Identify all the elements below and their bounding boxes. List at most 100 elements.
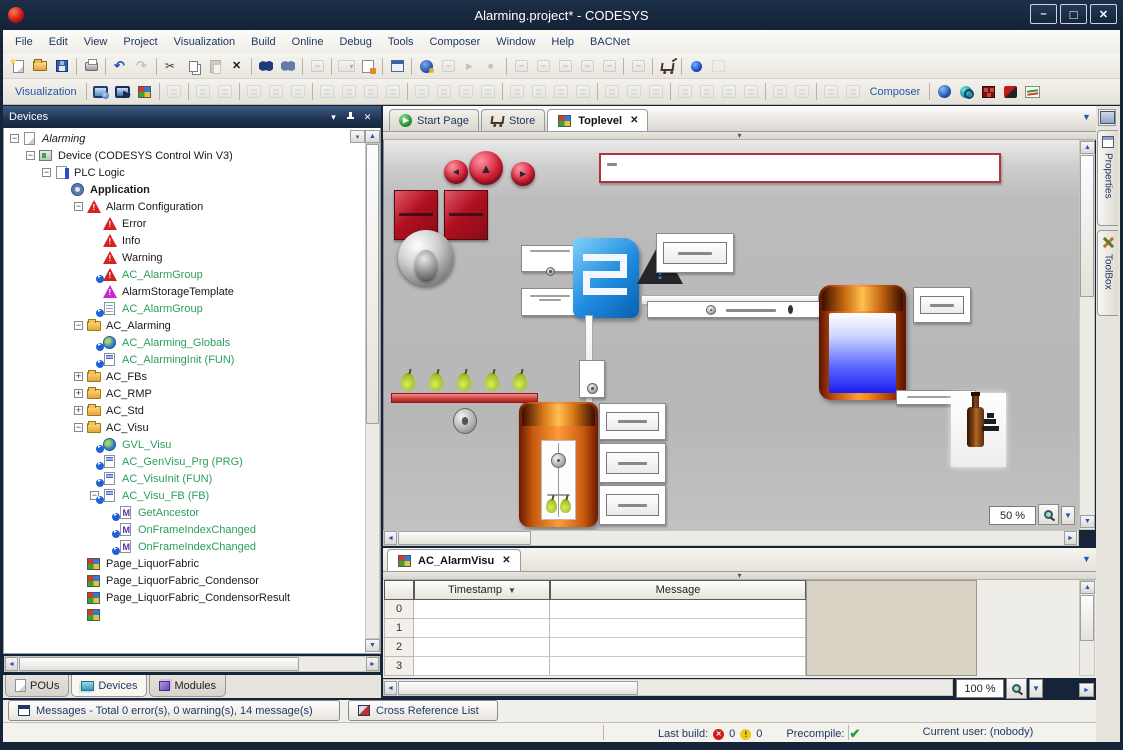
pear-icon[interactable]: [457, 373, 471, 391]
step-into-button[interactable]: [532, 56, 554, 77]
view-tab-modules[interactable]: Modules: [149, 675, 226, 697]
build-button[interactable]: [386, 56, 408, 77]
alarm-zoom-lens-icon[interactable]: [1006, 678, 1027, 699]
tree-item-ac-alarming[interactable]: −AC_Alarming: [4, 317, 362, 334]
maximize-button[interactable]: [1060, 4, 1087, 24]
canvas-scroll-right-icon[interactable]: ►: [1064, 531, 1077, 545]
tab-properties[interactable]: Properties: [1097, 130, 1118, 226]
reset-button[interactable]: [598, 56, 620, 77]
canvas-scroll-left-icon[interactable]: ◄: [384, 531, 397, 545]
expander-collapse-icon[interactable]: −: [10, 134, 19, 143]
tab-toolbox[interactable]: ToolBox: [1097, 230, 1118, 316]
nav-up-button[interactable]: ▲: [469, 151, 503, 185]
visu-tool-button[interactable]: [645, 81, 667, 102]
tab-store[interactable]: Store: [481, 109, 545, 131]
tree-item-application[interactable]: Application: [4, 181, 362, 198]
alarm-row-number[interactable]: 3: [384, 657, 414, 676]
pear-icon[interactable]: [485, 373, 499, 391]
menu-item-window[interactable]: Window: [488, 33, 543, 51]
visu-preview-button[interactable]: [112, 81, 134, 102]
label-box-cip-2[interactable]: [521, 288, 579, 316]
editor-splitter[interactable]: ▾: [383, 132, 1096, 140]
tree-item-ac-visu[interactable]: −AC_Visu: [4, 419, 362, 436]
alarm-vscroll-thumb[interactable]: [1080, 595, 1094, 641]
column-header-message[interactable]: Message: [550, 580, 806, 600]
tree-item-warning[interactable]: Warning: [4, 249, 362, 266]
tree-item-ac-std[interactable]: +AC_Std: [4, 402, 362, 419]
menu-item-build[interactable]: Build: [243, 33, 283, 51]
composer-node-button[interactable]: [933, 81, 955, 102]
inner-button[interactable]: [606, 452, 659, 474]
login-button[interactable]: [415, 56, 437, 77]
menu-item-file[interactable]: File: [7, 33, 41, 51]
visu-tool-button[interactable]: [674, 81, 696, 102]
nav-right-button[interactable]: ►: [511, 162, 535, 186]
copy-button[interactable]: [182, 56, 204, 77]
menu-item-composer[interactable]: Composer: [422, 33, 489, 51]
pump-label-box[interactable]: [647, 301, 827, 318]
visu-tool-button[interactable]: [696, 81, 718, 102]
canvas-zoom-lens-icon[interactable]: [1038, 504, 1059, 525]
pear-icon[interactable]: [401, 373, 415, 391]
canvas-vscroll-thumb[interactable]: [1080, 155, 1094, 297]
tree-item-ac-rmp[interactable]: +AC_RMP: [4, 385, 362, 402]
visu-tool-button[interactable]: [163, 81, 185, 102]
tree-scroll-left-icon[interactable]: ◄: [5, 657, 18, 671]
composer-search-button[interactable]: [955, 81, 977, 102]
expander-expand-icon[interactable]: +: [74, 372, 83, 381]
tree-item-onframeindexchanged[interactable]: OnFrameIndexChanged: [4, 538, 362, 555]
alarm-row-number[interactable]: 1: [384, 619, 414, 638]
expander-collapse-icon[interactable]: −: [74, 321, 83, 330]
column-header-timestamp[interactable]: Timestamp▼: [414, 580, 550, 600]
tab-toplevel[interactable]: Toplevel✕: [547, 109, 648, 131]
button-box-1[interactable]: [599, 403, 666, 440]
menu-item-edit[interactable]: Edit: [41, 33, 76, 51]
bottle-image[interactable]: [951, 393, 1006, 467]
menu-item-visualization[interactable]: Visualization: [166, 33, 244, 51]
save-button[interactable]: [51, 56, 73, 77]
visu-tool-button[interactable]: [718, 81, 740, 102]
canvas-scroll-up-icon[interactable]: ▲: [1080, 141, 1095, 154]
tree-item-ac-visuinit-fun[interactable]: AC_VisuInit (FUN): [4, 470, 362, 487]
visu-tool-button[interactable]: [214, 81, 236, 102]
pin-icon[interactable]: [343, 110, 358, 124]
panel-dropdown-icon[interactable]: ▾: [326, 110, 341, 124]
visu-tool-button[interactable]: [601, 81, 623, 102]
tree-item-error[interactable]: Error: [4, 215, 362, 232]
tree-item-alarming[interactable]: −Alarming: [4, 130, 362, 147]
visu-tool-button[interactable]: [842, 81, 864, 102]
composer-devices-button[interactable]: [999, 81, 1021, 102]
tree-hscrollbar[interactable]: ◄ ►: [4, 656, 380, 672]
visu-tool-button[interactable]: [338, 81, 360, 102]
visu-tool-button[interactable]: [265, 81, 287, 102]
visu-tool-button[interactable]: [550, 81, 572, 102]
cut-button[interactable]: [160, 56, 182, 77]
undo-button[interactable]: [109, 56, 131, 77]
nav-left-button[interactable]: ◄: [444, 160, 468, 184]
tree-item-info[interactable]: Info: [4, 232, 362, 249]
single-cycle-button[interactable]: [627, 56, 649, 77]
expander-expand-icon[interactable]: +: [74, 406, 83, 415]
alarm-banner-textbox[interactable]: [599, 153, 1001, 183]
tree-scroll-down-icon[interactable]: ▼: [365, 639, 380, 652]
editor-tab-list-icon[interactable]: ▼: [1082, 112, 1091, 122]
tree-item-page-liquorfabric-condensor[interactable]: Page_LiquorFabric_Condensor: [4, 572, 362, 589]
tree-dropdown-button[interactable]: ▾: [350, 130, 365, 143]
pear-icon[interactable]: [429, 373, 443, 391]
find-next-button[interactable]: [277, 56, 299, 77]
menu-item-tools[interactable]: Tools: [380, 33, 422, 51]
tree-item-plc-logic[interactable]: −PLC Logic: [4, 164, 362, 181]
add-object-button[interactable]: [357, 56, 379, 77]
alarm-zoom-value[interactable]: 100 %: [956, 679, 1004, 698]
tree-item-gvl-visu[interactable]: GVL_Visu: [4, 436, 362, 453]
tree-item-onframeindexchanged[interactable]: OnFrameIndexChanged: [4, 521, 362, 538]
inner-button[interactable]: [920, 296, 964, 314]
valve-gear[interactable]: [453, 408, 477, 434]
valve-label-box[interactable]: [579, 360, 605, 398]
menu-item-online[interactable]: Online: [284, 33, 332, 51]
menu-item-help[interactable]: Help: [543, 33, 582, 51]
alarm-splitter[interactable]: ▾: [383, 572, 1096, 580]
canvas-zoom-value[interactable]: 50 %: [989, 506, 1036, 525]
tree-item-ac-visu-fb-fb[interactable]: −AC_Visu_FB (FB): [4, 487, 362, 504]
expander-collapse-icon[interactable]: −: [74, 202, 83, 211]
